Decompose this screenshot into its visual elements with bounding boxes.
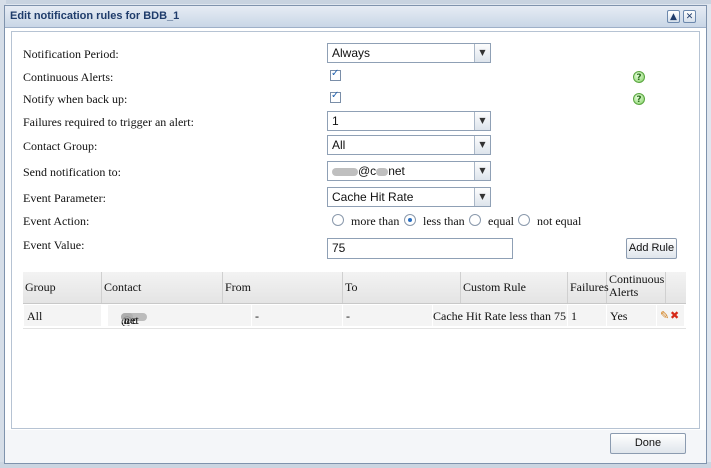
rules-grid-header: Group Contact From To Custom Rule Failur… xyxy=(23,272,686,304)
event-parameter-select[interactable]: Cache Hit Rate ▼ xyxy=(327,187,491,207)
column-header-continuous-line2: Alerts xyxy=(609,285,639,299)
send-notification-tld: net xyxy=(388,164,405,178)
notify-back-up-checkbox[interactable]: ✓ xyxy=(330,90,341,103)
contact-group-value: All xyxy=(332,138,346,152)
contact-group-label: Contact Group: xyxy=(23,139,98,153)
help-icon[interactable]: ? xyxy=(633,71,645,83)
dialog-footer: Done xyxy=(5,430,706,463)
send-notification-domain-part: @c xyxy=(358,164,377,178)
failures-required-label: Failures required to trigger an alert: xyxy=(23,115,194,129)
radio-equal-label: equal xyxy=(488,214,514,228)
close-button[interactable]: ✕ xyxy=(683,10,696,23)
cell-continuous-alerts: Yes xyxy=(607,305,657,326)
column-header-to[interactable]: To xyxy=(343,272,461,303)
radio-equal[interactable] xyxy=(469,214,481,226)
radio-not-equal-label: not equal xyxy=(537,214,582,228)
radio-less-than-label: less than xyxy=(423,214,465,228)
redacted-text xyxy=(376,167,389,176)
column-header-continuous-line1: Continuous xyxy=(609,272,665,286)
pencil-icon[interactable]: ✎ xyxy=(660,309,669,322)
collapse-button[interactable]: ▲ xyxy=(667,10,680,23)
event-action-label: Event Action: xyxy=(23,214,90,228)
check-icon: ✓ xyxy=(331,90,340,101)
continuous-alerts-checkbox[interactable]: ✓ xyxy=(330,68,341,81)
help-icon[interactable]: ? xyxy=(633,93,645,105)
column-header-actions xyxy=(666,272,686,303)
notify-back-up-label: Notify when back up: xyxy=(23,92,128,106)
column-header-group[interactable]: Group xyxy=(23,272,102,303)
notification-period-select[interactable]: Always ▼ xyxy=(327,43,491,63)
cell-to: - xyxy=(343,305,433,326)
add-rule-button[interactable]: Add Rule xyxy=(626,238,677,259)
cell-contact: @c.net xyxy=(108,305,252,326)
chevron-down-icon: ▼ xyxy=(474,188,490,206)
check-icon: ✓ xyxy=(331,68,340,79)
failures-required-select[interactable]: 1 ▼ xyxy=(327,111,491,131)
dialog-content: Notification Period: Always ▼ Continuous… xyxy=(11,31,700,429)
cell-custom-rule: Cache Hit Rate less than 75 xyxy=(433,305,568,326)
event-parameter-label: Event Parameter: xyxy=(23,191,106,205)
send-notification-value: @c net xyxy=(332,164,405,178)
radio-not-equal[interactable] xyxy=(518,214,530,226)
radio-more-than[interactable] xyxy=(332,214,344,226)
cell-from: - xyxy=(252,305,343,326)
contact-group-select[interactable]: All ▼ xyxy=(327,135,491,155)
table-row[interactable]: All @c.net - - Cache Hit Rate less than … xyxy=(23,304,686,329)
chevron-down-icon: ▼ xyxy=(474,162,490,180)
chevron-down-icon: ▼ xyxy=(474,44,490,62)
event-parameter-value: Cache Hit Rate xyxy=(332,190,414,204)
background-app-top xyxy=(0,0,711,4)
column-header-contact[interactable]: Contact xyxy=(102,272,223,303)
cell-group: All xyxy=(24,305,102,326)
event-value-input[interactable]: 75 xyxy=(327,238,513,259)
cell-actions: ✎ ✖ xyxy=(657,305,685,326)
chevron-down-icon: ▼ xyxy=(474,112,490,130)
done-button[interactable]: Done xyxy=(610,433,686,454)
notification-rules-dialog: Edit notification rules for BDB_1 ▲ ✕ No… xyxy=(4,5,707,464)
failures-required-value: 1 xyxy=(332,114,339,128)
column-header-failures[interactable]: Failures xyxy=(568,272,609,303)
dialog-titlebar[interactable]: Edit notification rules for BDB_1 ▲ ✕ xyxy=(5,6,706,28)
cell-contact-tld: .net xyxy=(121,313,139,326)
notification-period-value: Always xyxy=(332,46,371,60)
dialog-title: Edit notification rules for BDB_1 xyxy=(10,10,180,22)
column-header-from[interactable]: From xyxy=(223,272,343,303)
cell-failures: 1 xyxy=(568,305,607,326)
continuous-alerts-label: Continuous Alerts: xyxy=(23,70,114,84)
notification-period-label: Notification Period: xyxy=(23,47,119,61)
column-header-continuous-alerts[interactable]: Continuous Alerts xyxy=(607,272,666,303)
send-notification-label: Send notification to: xyxy=(23,165,121,179)
event-value-label: Event Value: xyxy=(23,238,85,252)
send-notification-select[interactable]: @c net ▼ xyxy=(327,161,491,181)
radio-more-than-label: more than xyxy=(351,214,400,228)
radio-less-than[interactable] xyxy=(404,214,416,226)
column-header-custom-rule[interactable]: Custom Rule xyxy=(461,272,568,303)
redacted-text xyxy=(332,167,358,176)
chevron-down-icon: ▼ xyxy=(474,136,490,154)
delete-icon[interactable]: ✖ xyxy=(670,309,679,322)
